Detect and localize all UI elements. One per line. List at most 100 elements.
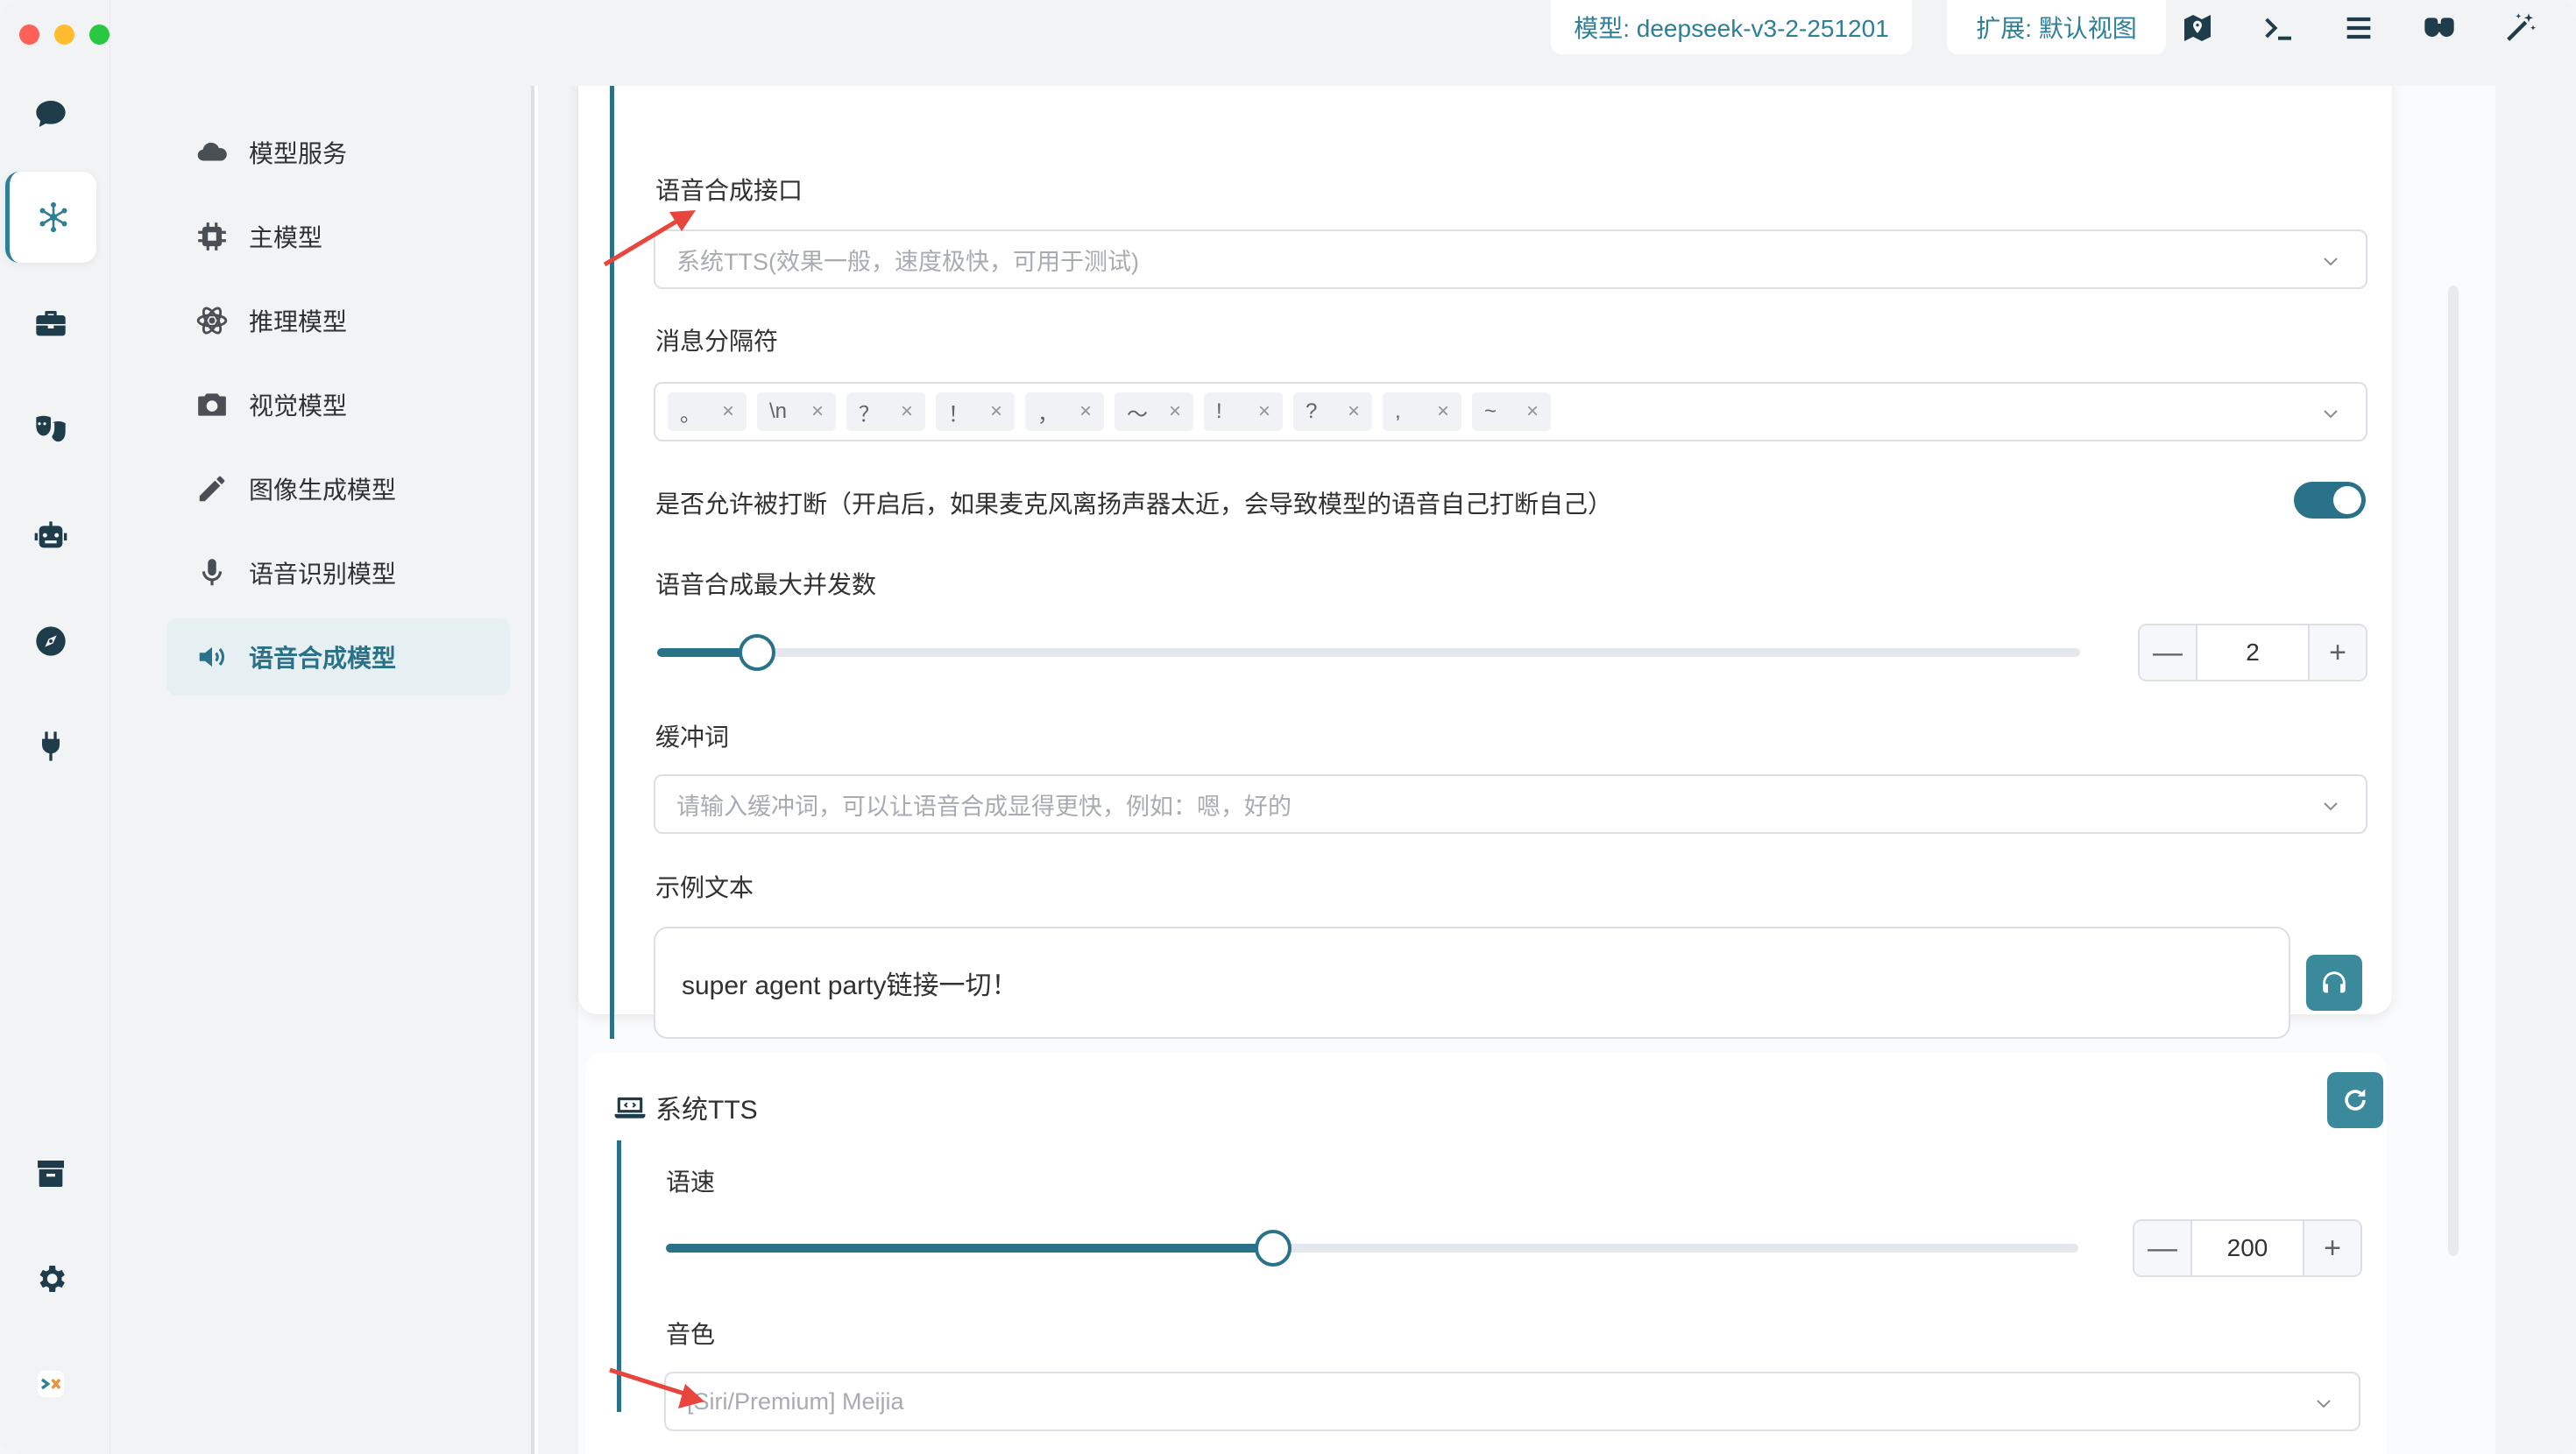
concurrency-stepper: — 2 + <box>2138 624 2367 681</box>
close-window-button[interactable] <box>19 25 39 45</box>
sidebar-item-tts-model[interactable]: 语音合成模型 <box>166 618 510 695</box>
separator-tag: ！ × <box>936 392 1015 431</box>
archive-icon[interactable] <box>5 1128 96 1219</box>
plug-icon[interactable] <box>5 701 96 792</box>
speed-input[interactable]: 200 <box>2192 1221 2303 1275</box>
separator-tag: \n × <box>757 392 836 431</box>
model-hub-icon[interactable] <box>5 172 96 263</box>
sidebar-item-reasoning-model[interactable]: 推理模型 <box>166 282 510 359</box>
extension-chip[interactable]: 扩展: 默认视图 <box>1947 0 2166 54</box>
cloud-icon <box>195 135 230 170</box>
chevron-down-icon <box>2317 1400 2331 1408</box>
top-bar: 模型: deepseek-v3-2-251201 扩展: 默认视图 <box>110 0 2576 86</box>
buffer-words-label: 缓冲词 <box>655 723 730 751</box>
maximize-window-button[interactable] <box>89 25 110 45</box>
preview-audio-button[interactable] <box>2306 955 2362 1011</box>
main-panel: 语音合成接口 系统TTS(效果一般，速度极快，可用于测试) 消息分隔符 。 × \… <box>538 86 2576 1454</box>
interrupt-toggle[interactable] <box>2294 482 2366 519</box>
buffer-words-select[interactable]: 请输入缓冲词，可以让语音合成显得更快，例如：嗯，好的 <box>654 774 2367 834</box>
separator-tag: 。 × <box>668 392 747 431</box>
system-tts-title: 系统TTS <box>613 1088 758 1126</box>
tag-close-icon[interactable]: × <box>901 399 913 424</box>
tts-interface-select[interactable]: 系统TTS(效果一般，速度极快，可用于测试) <box>654 229 2367 289</box>
tag-close-icon[interactable]: × <box>811 399 824 424</box>
concurrency-label: 语音合成最大并发数 <box>655 571 877 598</box>
speed-slider[interactable] <box>666 1230 2078 1267</box>
separator-tags-select[interactable]: 。 × \n × ？ × ！ × ， × ～ × ! × ? × , × ~ × <box>654 382 2367 441</box>
camera-icon <box>195 387 230 422</box>
content-scrollbar[interactable] <box>2448 286 2459 1256</box>
glasses-icon[interactable] <box>2417 5 2462 51</box>
compass-icon[interactable] <box>5 596 96 687</box>
sidebar-item-label: 推理模型 <box>249 308 348 335</box>
sample-text-label: 示例文本 <box>655 874 754 901</box>
tag-close-icon[interactable]: × <box>1169 399 1181 424</box>
separator-tag: ～ × <box>1115 392 1193 431</box>
increment-button[interactable]: + <box>2308 625 2366 680</box>
tag-close-icon[interactable]: × <box>1437 399 1449 424</box>
headphones-icon <box>2323 971 2346 993</box>
atom-icon <box>195 303 230 338</box>
tag-close-icon[interactable]: × <box>1079 399 1092 424</box>
settings-content: 语音合成接口 系统TTS(效果一般，速度极快，可用于测试) 消息分隔符 。 × \… <box>578 86 2495 1454</box>
minimize-window-button[interactable] <box>54 25 74 45</box>
sidebar-item-asr-model[interactable]: 语音识别模型 <box>166 534 510 611</box>
sidebar-item-label: 语音识别模型 <box>249 561 397 588</box>
robot-icon[interactable] <box>5 491 96 582</box>
tag-close-icon[interactable]: × <box>1258 399 1270 424</box>
refresh-voices-button[interactable] <box>2327 1072 2383 1128</box>
model-chip[interactable]: 模型: deepseek-v3-2-251201 <box>1551 0 1912 54</box>
separator-tag: , × <box>1383 392 1461 431</box>
tag-close-icon[interactable]: × <box>1526 399 1539 424</box>
sidebar-item-image-gen-model[interactable]: 图像生成模型 <box>166 450 510 527</box>
toolbox-icon[interactable] <box>5 279 96 370</box>
sidebar-item-main-model[interactable]: 主模型 <box>166 198 510 275</box>
increment-button[interactable]: + <box>2303 1221 2360 1275</box>
tag-close-icon[interactable]: × <box>1348 399 1360 424</box>
tts-interface-value: 系统TTS(效果一般，速度极快，可用于测试) <box>676 248 1139 275</box>
terminal-icon[interactable] <box>2255 5 2301 51</box>
tts-settings-card: 语音合成接口 系统TTS(效果一般，速度极快，可用于测试) 消息分隔符 。 × \… <box>578 86 2392 1039</box>
sidebar-item-label: 语音合成模型 <box>249 645 397 672</box>
theater-masks-icon[interactable] <box>5 384 96 475</box>
sidebar-item-label: 视觉模型 <box>249 392 348 420</box>
chevron-down-icon <box>2324 410 2338 419</box>
buffer-words-placeholder: 请输入缓冲词，可以让语音合成显得更快，例如：嗯，好的 <box>676 793 1292 820</box>
icon-rail <box>0 0 110 1454</box>
concurrency-slider[interactable] <box>657 634 2080 671</box>
chat-icon[interactable] <box>5 68 96 159</box>
slider-thumb[interactable] <box>738 634 775 671</box>
system-tts-title-text: 系统TTS <box>655 1096 758 1125</box>
voice-select[interactable]: [Siri/Premium] Meijia <box>664 1372 2360 1431</box>
annotation-arrow <box>603 210 696 267</box>
voice-value: [Siri/Premium] Meijia <box>687 1387 904 1415</box>
decrement-button[interactable]: — <box>2140 625 2197 680</box>
toggle-knob <box>2333 486 2361 514</box>
microphone-icon <box>195 555 230 590</box>
sidebar-item-label: 模型服务 <box>249 140 348 167</box>
sidebar-item-model-service[interactable]: 模型服务 <box>166 114 510 191</box>
slider-thumb[interactable] <box>1255 1230 1292 1267</box>
refresh-icon <box>2345 1089 2366 1111</box>
pencil-icon <box>195 471 230 506</box>
sidebar-item-vision-model[interactable]: 视觉模型 <box>166 366 510 443</box>
chevron-down-icon <box>2324 258 2338 266</box>
sidebar-item-label: 主模型 <box>249 224 323 251</box>
separator-tag: ， × <box>1025 392 1104 431</box>
gear-icon[interactable] <box>5 1233 96 1324</box>
menu-icon[interactable] <box>2336 5 2381 51</box>
magic-wand-icon[interactable] <box>2497 5 2543 51</box>
decrement-button[interactable]: — <box>2134 1221 2192 1275</box>
speed-label: 语速 <box>666 1168 716 1196</box>
tag-close-icon[interactable]: × <box>990 399 1002 424</box>
slider-fill <box>666 1244 1274 1253</box>
concurrency-input[interactable]: 2 <box>2197 625 2308 680</box>
sample-text-input[interactable]: super agent party链接一切！ <box>654 927 2290 1039</box>
tag-close-icon[interactable]: × <box>722 399 734 424</box>
settings-sidebar: 模型服务 主模型 推理模型 视觉模型 图像生成模型 语音识别模型 语音合成模型 <box>110 86 534 1454</box>
map-icon[interactable] <box>2175 5 2220 51</box>
laptop-code-icon <box>614 1097 646 1119</box>
app-logo-icon <box>5 1338 96 1429</box>
sidebar-item-label: 图像生成模型 <box>249 476 397 504</box>
chip-icon <box>195 219 230 254</box>
